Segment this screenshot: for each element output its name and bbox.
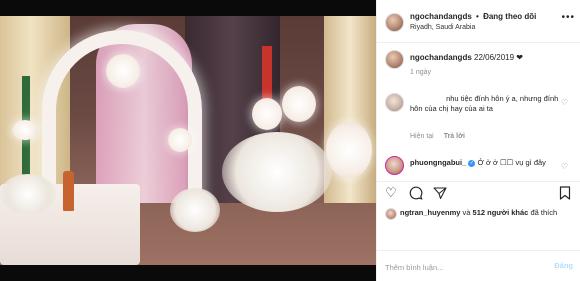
photo-lamp <box>12 120 38 140</box>
caption-text-line: ngochandangds 22/06/2019 ❤ <box>410 53 523 62</box>
post-photo[interactable] <box>0 16 376 265</box>
photo-balloon <box>326 122 372 178</box>
photo-balloon <box>282 86 316 122</box>
caption-username[interactable]: ngochandangds <box>410 53 472 62</box>
comment-meta: Hiện tại Trả lời <box>410 133 465 140</box>
post-caption: ngochandangds 22/06/2019 ❤ 1 ngày <box>377 47 580 87</box>
comment-text: Ở ở ở ☐☐ vụ gì đây <box>477 158 546 167</box>
likes-count-link[interactable]: 512 người khác <box>473 208 529 217</box>
comment-item: nhu tiệc đính hôn ý a, nhưng đính hôn củ… <box>377 90 580 148</box>
photo-bottle <box>63 171 74 211</box>
caption-text: 22/06/2019 ❤ <box>474 53 523 62</box>
post-header: ngochandangds • Đang theo dõi Riyadh, Sa… <box>377 0 580 43</box>
photo-balloon <box>252 98 282 130</box>
paper-plane-svg <box>433 187 447 200</box>
comment-heart-icon[interactable]: ♡ <box>561 98 568 107</box>
paper-plane-icon[interactable] <box>433 186 447 203</box>
photo-lantern <box>168 128 192 152</box>
comment-body: phuongngabui_ ✓ Ở ở ở ☐☐ vụ gì đây <box>410 158 560 168</box>
author-line: ngochandangds • Đang theo dõi <box>410 12 536 21</box>
commenter-avatar[interactable] <box>385 93 404 112</box>
verified-badge-icon: ✓ <box>468 159 476 167</box>
post-sidebar: ngochandangds • Đang theo dõi Riyadh, Sa… <box>376 0 580 281</box>
comment-heart-icon[interactable]: ♡ <box>561 162 568 171</box>
comment-text: nhu tiệc đính hôn ý a, nhưng đính hôn củ… <box>410 94 559 113</box>
caption-avatar[interactable] <box>385 50 404 69</box>
post-media[interactable] <box>0 0 376 281</box>
reply-button[interactable]: Trả lời <box>444 133 465 140</box>
liker-avatar[interactable] <box>385 208 397 220</box>
comment-body: nhu tiệc đính hôn ý a, nhưng đính hôn củ… <box>410 94 560 114</box>
caption-time[interactable]: 1 ngày <box>410 69 431 76</box>
comment-bubble-svg <box>409 186 423 200</box>
post-actions: ♡ <box>377 181 580 203</box>
heart-outline-icon[interactable]: ♡ <box>385 186 397 200</box>
comment-time[interactable]: Hiện tại <box>410 133 434 140</box>
follow-status-button[interactable]: Đang theo dõi <box>483 12 536 21</box>
post-comment-button[interactable]: Đăng <box>554 261 573 270</box>
likes-summary: ngtran_huyenmy và 512 người khác đã thíc… <box>377 206 580 234</box>
first-liker-username[interactable]: ngtran_huyenmy <box>400 208 460 217</box>
comment-input[interactable] <box>385 261 535 273</box>
post-location[interactable]: Riyadh, Saudi Arabia <box>410 24 475 31</box>
comment-bubble-icon[interactable] <box>409 186 423 203</box>
photo-table-flowers <box>0 174 56 214</box>
author-username[interactable]: ngochandangds <box>410 12 472 21</box>
photo-flower-bouquet <box>222 132 332 212</box>
photo-lantern <box>106 54 140 88</box>
comment-username[interactable]: phuongngabui_ <box>410 158 466 167</box>
likes-suffix: đã thích <box>530 208 558 217</box>
more-dots-icon[interactable]: ••• <box>561 12 575 23</box>
commenter-avatar[interactable] <box>385 156 404 175</box>
likes-connector: và <box>462 208 471 217</box>
photo-flower-bouquet <box>170 188 220 232</box>
header-separator: • <box>476 12 479 21</box>
bookmark-icon[interactable] <box>559 186 571 203</box>
author-avatar[interactable] <box>385 13 404 32</box>
likes-text: ngtran_huyenmy và 512 người khác đã thíc… <box>400 208 570 218</box>
bookmark-svg <box>559 186 571 200</box>
comment-item: phuongngabui_ ✓ Ở ở ở ☐☐ vụ gì đây ♡ <box>377 154 580 180</box>
add-comment-bar: Đăng <box>377 250 580 281</box>
